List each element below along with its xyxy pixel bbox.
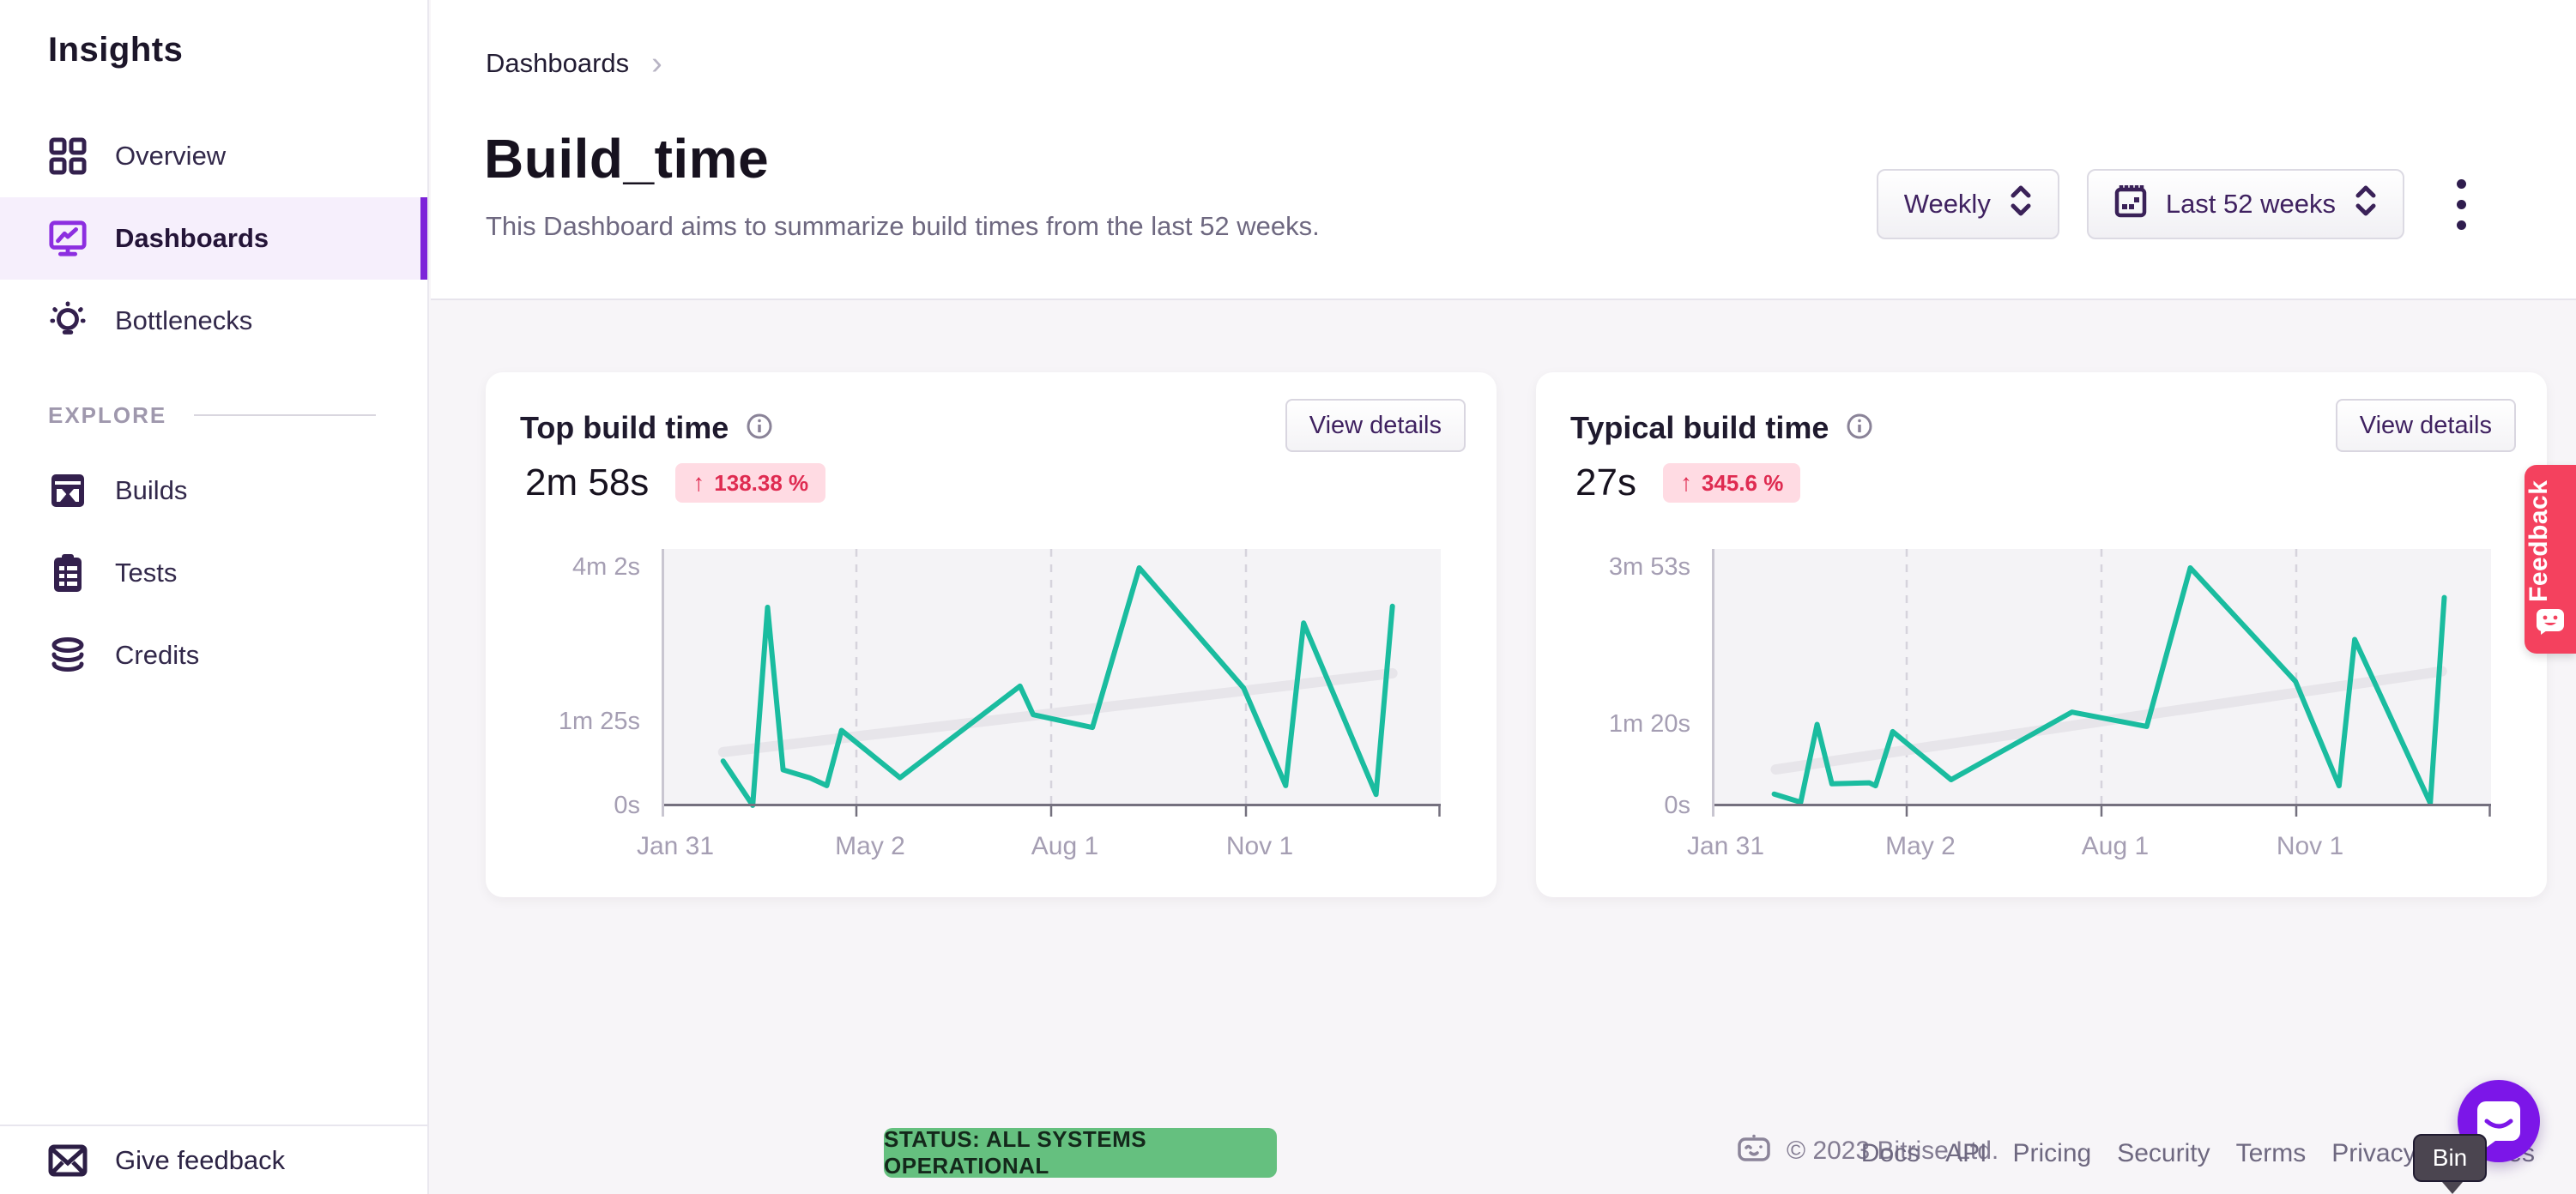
sidebar-item-builds[interactable]: Builds xyxy=(0,449,427,532)
chevron-updown-icon xyxy=(2010,184,2032,224)
frequency-select[interactable]: Weekly xyxy=(1877,169,2059,239)
card-title: Typical build time xyxy=(1570,410,1829,446)
x-axis-tick-label: Nov 1 xyxy=(1182,832,1337,861)
chart-plot[interactable] xyxy=(662,549,1441,824)
page-header: Dashboards › Build_time This Dashboard a… xyxy=(431,0,2576,300)
more-options-button[interactable] xyxy=(2435,169,2487,239)
main-content: Dashboards › Build_time This Dashboard a… xyxy=(431,0,2576,1194)
delta-badge: ↑ 138.38 % xyxy=(675,463,825,503)
x-axis-tick-label: Aug 1 xyxy=(988,832,1142,861)
give-feedback-button[interactable]: Give feedback xyxy=(0,1125,427,1194)
x-axis-tick-label: Nov 1 xyxy=(2233,832,2387,861)
y-axis-tick-label: 4m 2s xyxy=(486,553,640,582)
insights-page: Insights Overview Dashboards xyxy=(0,0,2576,1194)
feedback-tab[interactable]: Feedback xyxy=(2525,465,2576,654)
grid-icon xyxy=(48,136,88,176)
build-time-chart[interactable]: 4m 2s 1m 25s 0s Jan 31 May 2 Aug 1 Nov 1 xyxy=(486,549,1497,892)
envelope-icon xyxy=(48,1143,88,1178)
footer-link[interactable]: Terms xyxy=(2236,1139,2307,1168)
footer-link[interactable]: Docs xyxy=(1861,1139,1920,1168)
info-icon[interactable] xyxy=(746,413,773,444)
credits-icon xyxy=(48,636,88,675)
sidebar-item-credits[interactable]: Credits xyxy=(0,614,427,696)
explore-section-label: EXPLORE xyxy=(48,402,166,429)
view-details-button[interactable]: View details xyxy=(2336,399,2516,452)
calendar-icon xyxy=(2114,184,2147,225)
arrow-up-icon: ↑ xyxy=(692,469,704,497)
sidebar-nav: Overview Dashboards xyxy=(0,115,427,696)
footer-link[interactable]: Pricing xyxy=(2013,1139,2092,1168)
section-divider xyxy=(194,414,376,416)
builds-icon xyxy=(48,471,88,510)
metric-value: 27s xyxy=(1575,461,1636,504)
bin-tooltip-label: Bin xyxy=(2433,1144,2467,1172)
sidebar-item-bottlenecks[interactable]: Bottlenecks xyxy=(0,280,427,362)
bin-tooltip: Bin xyxy=(2413,1134,2487,1182)
sidebar-item-label: Overview xyxy=(115,141,226,172)
chevron-right-icon: › xyxy=(651,51,662,75)
sidebar-item-tests[interactable]: Tests xyxy=(0,532,427,614)
y-axis-tick-label: 1m 25s xyxy=(486,708,640,736)
footer-link[interactable]: Security xyxy=(2117,1139,2210,1168)
delta-badge: ↑ 345.6 % xyxy=(1663,463,1800,503)
view-details-button[interactable]: View details xyxy=(1285,399,1466,452)
card-title: Top build time xyxy=(520,410,729,446)
top-build-time-card: Top build time View details 2m 58s ↑ 138… xyxy=(486,372,1497,897)
delta-value: 345.6 % xyxy=(1702,470,1783,497)
sidebar: Insights Overview Dashboards xyxy=(0,0,429,1194)
chevron-updown-icon xyxy=(2355,184,2377,224)
y-axis-tick-label: 0s xyxy=(486,792,640,820)
sidebar-item-label: Dashboards xyxy=(115,223,269,254)
smiley-bubble-icon xyxy=(2536,608,2565,640)
frequency-select-value: Weekly xyxy=(1904,189,1991,220)
sidebar-item-label: Credits xyxy=(115,640,199,671)
x-axis-tick-label: Jan 31 xyxy=(1648,832,1803,861)
dashboard-icon xyxy=(48,219,88,258)
info-icon[interactable] xyxy=(1846,413,1873,444)
x-axis-tick-label: May 2 xyxy=(1843,832,1998,861)
sidebar-item-label: Builds xyxy=(115,475,187,506)
dashboard-subtitle: This Dashboard aims to summarize build t… xyxy=(486,211,1320,242)
sidebar-item-label: Tests xyxy=(115,558,177,588)
footer-link[interactable]: Privacy xyxy=(2331,1139,2416,1168)
date-range-value: Last 52 weeks xyxy=(2166,189,2336,220)
page-title: Insights xyxy=(48,31,183,69)
typical-build-time-card: Typical build time View details 27s ↑ 34… xyxy=(1536,372,2547,897)
delta-value: 138.38 % xyxy=(714,470,808,497)
x-axis-tick-label: May 2 xyxy=(793,832,947,861)
explore-section-header: EXPLORE xyxy=(0,395,427,436)
arrow-up-icon: ↑ xyxy=(1680,469,1692,497)
bitrise-bot-icon xyxy=(1737,1134,1771,1167)
breadcrumb-dashboards[interactable]: Dashboards xyxy=(486,48,629,79)
footer-link[interactable]: API xyxy=(1945,1139,1986,1168)
sidebar-item-overview[interactable]: Overview xyxy=(0,115,427,197)
breadcrumb: Dashboards › xyxy=(486,48,662,79)
header-controls: Weekly Last 52 weeks xyxy=(1877,169,2487,239)
lightbulb-icon xyxy=(48,301,88,341)
sidebar-item-dashboards[interactable]: Dashboards xyxy=(0,197,427,280)
feedback-tab-label: Feedback xyxy=(2525,477,2576,606)
x-axis-tick-label: Jan 31 xyxy=(598,832,753,861)
sidebar-item-label: Bottlenecks xyxy=(115,305,252,336)
build-time-chart[interactable]: 3m 53s 1m 20s 0s Jan 31 May 2 Aug 1 Nov 1 xyxy=(1536,549,2547,892)
tests-icon xyxy=(48,553,88,593)
y-axis-tick-label: 1m 20s xyxy=(1536,710,1690,739)
give-feedback-label: Give feedback xyxy=(115,1145,285,1176)
metric-value: 2m 58s xyxy=(525,461,649,504)
dashboard-title: Build_time xyxy=(484,127,769,190)
chart-plot[interactable] xyxy=(1712,549,2491,824)
status-badge[interactable]: STATUS: ALL SYSTEMS OPERATIONAL xyxy=(884,1128,1277,1178)
y-axis-tick-label: 0s xyxy=(1536,792,1690,820)
date-range-select[interactable]: Last 52 weeks xyxy=(2087,169,2404,239)
x-axis-tick-label: Aug 1 xyxy=(2038,832,2192,861)
y-axis-tick-label: 3m 53s xyxy=(1536,553,1690,582)
